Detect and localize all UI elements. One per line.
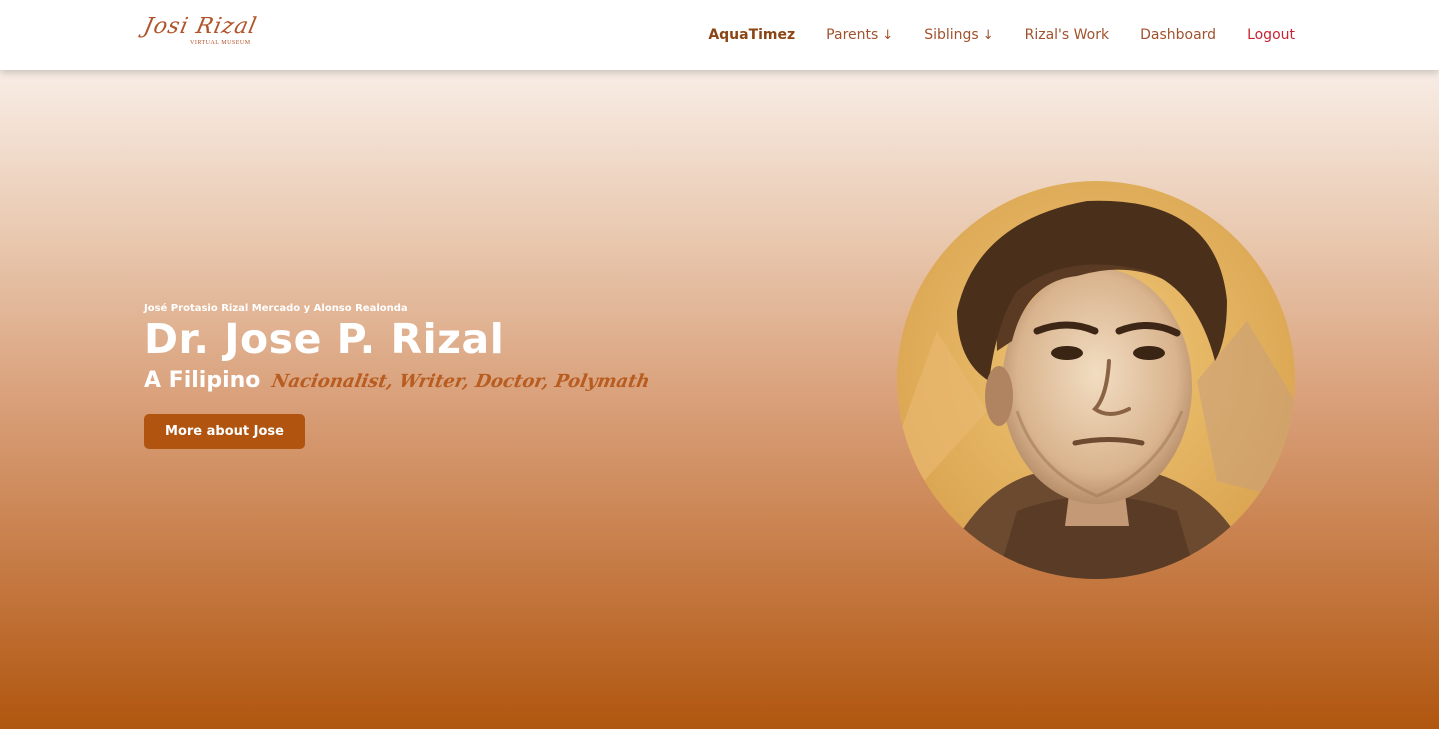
logo-signature: Josi Rizal: [141, 14, 260, 39]
arrow-down-icon: ↓: [982, 28, 994, 43]
hero-section: José Protasio Rizal Mercado y Alonso Rea…: [0, 70, 1439, 729]
hero-title: Dr. Jose P. Rizal: [144, 315, 505, 363]
nav-item-aquatimez[interactable]: AquaTimez: [708, 27, 795, 43]
top-navbar: Josi Rizal VIRTUAL MUSEUM AquaTimez Pare…: [0, 0, 1439, 70]
logo-subtitle: VIRTUAL MUSEUM: [190, 40, 251, 46]
portrait-illustration: [897, 181, 1295, 579]
nav-item-siblings[interactable]: Siblings ↓: [924, 27, 993, 43]
tagline-roles: Nacionalist, Writer, Doctor, Polymath: [269, 371, 651, 392]
hero-tagline: A Filipino Nacionalist, Writer, Doctor, …: [144, 368, 651, 393]
nav-item-dashboard[interactable]: Dashboard: [1140, 27, 1216, 43]
nav-item-rizals-work[interactable]: Rizal's Work: [1025, 27, 1109, 43]
more-about-jose-button[interactable]: More about Jose: [144, 414, 305, 449]
rizal-portrait-image: [897, 181, 1295, 579]
nav-item-parents[interactable]: Parents ↓: [826, 27, 893, 43]
hero-full-name: José Protasio Rizal Mercado y Alonso Rea…: [144, 303, 408, 314]
arrow-down-icon: ↓: [882, 28, 894, 43]
nav-item-logout[interactable]: Logout: [1247, 27, 1295, 43]
brand-logo[interactable]: Josi Rizal VIRTUAL MUSEUM: [141, 14, 259, 54]
nav-item-label: Parents: [826, 27, 879, 43]
nav-item-label: Siblings: [924, 27, 979, 43]
tagline-lead: A Filipino: [144, 368, 261, 393]
nav-menu: AquaTimez Parents ↓ Siblings ↓ Rizal's Wor…: [708, 0, 1295, 70]
